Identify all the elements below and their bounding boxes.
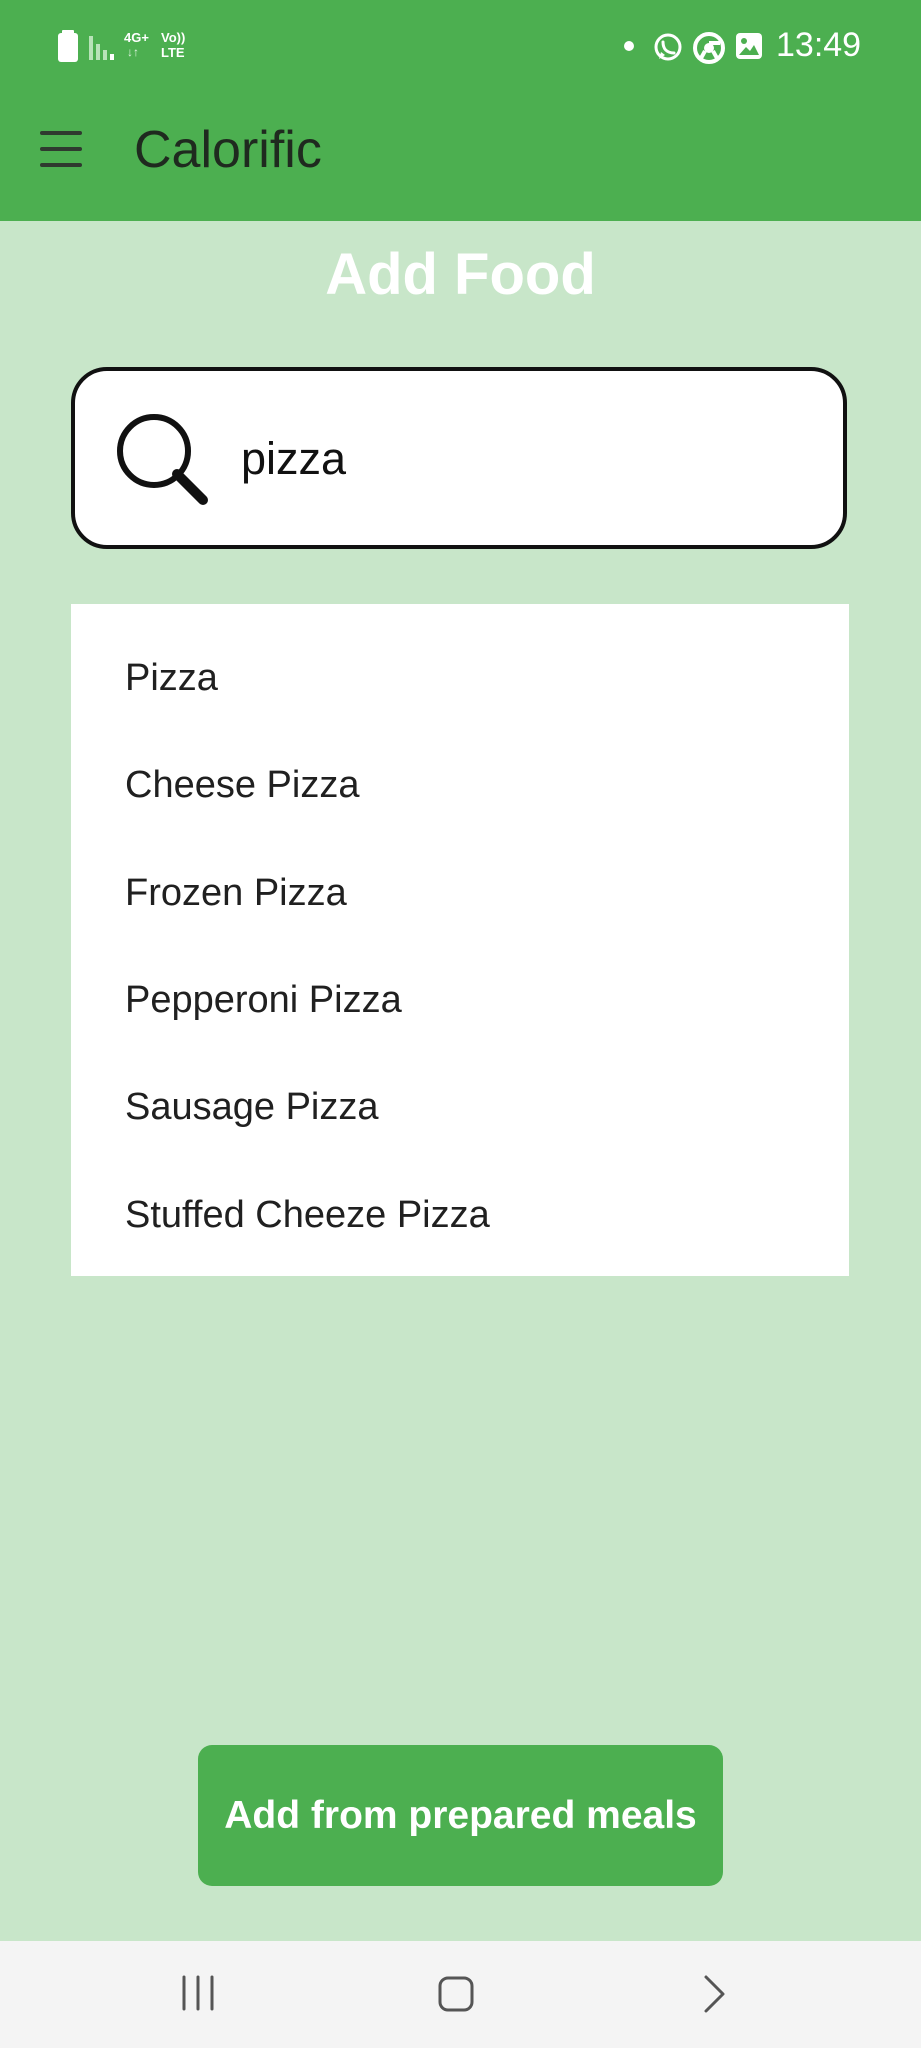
search-value: pizza xyxy=(241,433,347,484)
back-icon[interactable] xyxy=(701,1974,727,2014)
menu-button[interactable] xyxy=(38,131,86,171)
network-label-top: 4G+ xyxy=(124,30,149,45)
add-from-prepared-meals-button[interactable]: Add from prepared meals xyxy=(198,1745,723,1886)
list-item[interactable]: Stuffed Cheeze Pizza xyxy=(125,1185,490,1245)
status-time: 13:49 xyxy=(776,26,862,64)
list-item[interactable]: Frozen Pizza xyxy=(125,863,347,923)
whatsapp-icon xyxy=(654,33,682,61)
search-input[interactable]: pizza xyxy=(71,367,847,549)
navigation-bar xyxy=(0,1941,921,2048)
volte-label: Vo)) xyxy=(161,30,186,45)
signal-icon xyxy=(89,36,114,60)
list-item[interactable]: Pizza xyxy=(125,648,218,708)
hamburger-menu-icon xyxy=(40,131,82,135)
home-icon[interactable] xyxy=(437,1975,475,2013)
notification-dot-icon xyxy=(624,41,634,51)
search-icon xyxy=(117,414,208,505)
recent-apps-icon[interactable] xyxy=(180,1975,216,2011)
app-title: Calorific xyxy=(134,121,322,179)
chrome-icon xyxy=(693,32,725,64)
list-item[interactable]: Sausage Pizza xyxy=(125,1077,379,1137)
list-item[interactable]: Pepperoni Pizza xyxy=(125,970,402,1030)
lte-label: LTE xyxy=(161,45,185,60)
list-item[interactable]: Cheese Pizza xyxy=(125,755,359,815)
gallery-icon xyxy=(736,33,762,59)
battery-icon xyxy=(58,30,78,62)
status-bar: 4G+ ↓↑ Vo)) LTE 13:49 xyxy=(0,0,921,92)
results-list: Pizza Cheese Pizza Frozen Pizza Pepperon… xyxy=(71,604,849,1276)
network-arrows-icon: ↓↑ xyxy=(127,45,139,59)
page-title: Add Food xyxy=(325,242,596,307)
